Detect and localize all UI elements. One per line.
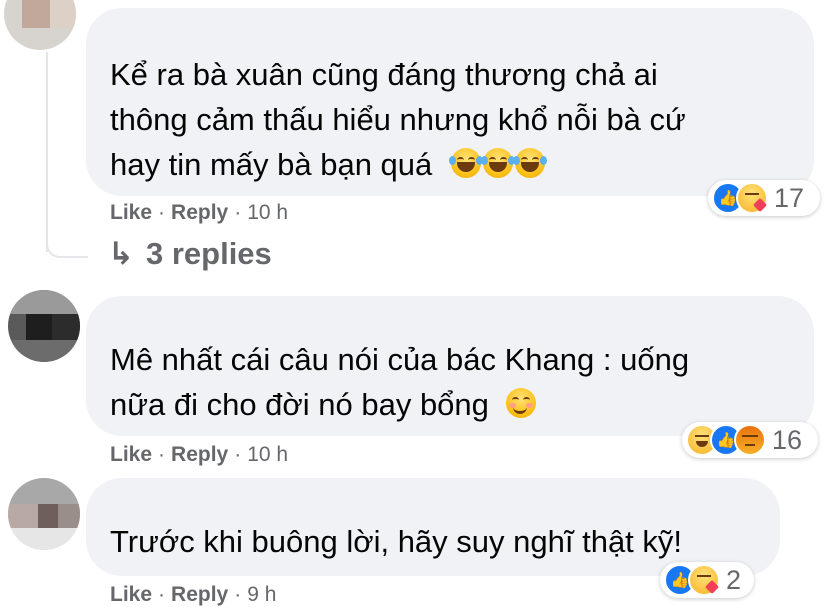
reactions-summary[interactable]: 👍 2: [660, 562, 754, 598]
comment-bubble: Mê nhất cái câu nói của bác Khang : uống…: [86, 296, 814, 436]
like-link[interactable]: Like: [110, 201, 152, 224]
thread-connector: [46, 230, 88, 258]
timestamp[interactable]: 10 h: [247, 443, 288, 466]
care-reaction-icon: [688, 564, 720, 596]
like-link[interactable]: Like: [110, 583, 152, 606]
avatar[interactable]: [8, 290, 80, 362]
comment-text: Mê nhất cái câu nói của bác Khang : uống…: [110, 342, 690, 422]
reaction-count: 2: [726, 564, 742, 595]
reply-arrow-icon: ↳: [108, 236, 134, 271]
comment-text: Kể ra bà xuân cũng đáng thương chả ai th…: [110, 57, 686, 182]
comment-text: Trước khi buông lời, hãy suy nghĩ thật k…: [110, 524, 683, 559]
reactions-summary[interactable]: 👍 16: [682, 422, 818, 458]
reply-link[interactable]: Reply: [171, 583, 228, 606]
reaction-count: 16: [772, 424, 803, 455]
laughing-crying-emoji-icon: [512, 148, 547, 178]
thread-line: [46, 52, 48, 252]
angry-reaction-icon: [734, 424, 766, 456]
reactions-summary[interactable]: 👍 17: [708, 180, 820, 216]
laughing-crying-emoji-icon: [448, 148, 483, 178]
view-replies-link[interactable]: ↳ 3 replies: [108, 236, 272, 272]
care-reaction-icon: [736, 182, 768, 214]
timestamp[interactable]: 10 h: [247, 201, 288, 224]
reaction-count: 17: [774, 182, 805, 213]
reply-link[interactable]: Reply: [171, 201, 228, 224]
timestamp[interactable]: 9 h: [247, 583, 276, 606]
laughing-crying-emoji-icon: [480, 148, 515, 178]
avatar[interactable]: [4, 0, 76, 50]
comment-actions: Like · Reply · 10 h: [110, 443, 289, 466]
comment-bubble: Kể ra bà xuân cũng đáng thương chả ai th…: [86, 8, 814, 196]
reply-link[interactable]: Reply: [171, 443, 228, 466]
like-link[interactable]: Like: [110, 443, 152, 466]
avatar[interactable]: [8, 478, 80, 550]
comment-actions: Like · Reply · 9 h: [110, 583, 277, 606]
comment-actions: Like · Reply · 10 h: [110, 201, 289, 224]
smiling-blush-emoji-icon: [505, 388, 536, 418]
